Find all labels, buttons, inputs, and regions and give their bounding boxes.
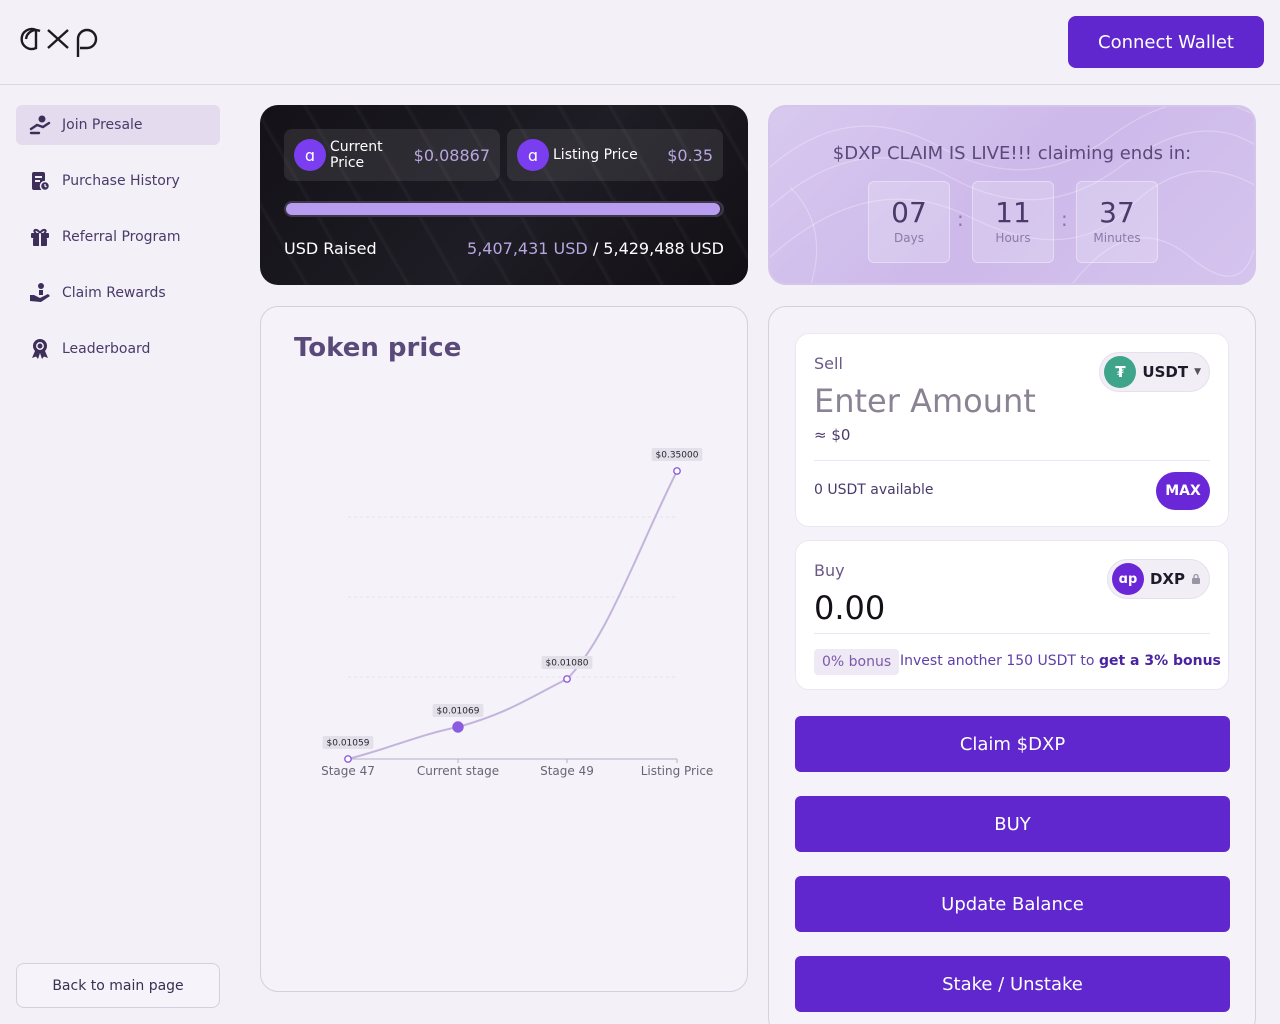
usd-raised-amount: 5,407,431 USD <box>467 239 588 258</box>
chevron-down-icon: ▼ <box>1194 367 1201 377</box>
presale-stats-card: ɑ Current Price $0.08867 ɑ Listing Price… <box>260 105 748 285</box>
usd-raised-values: 5,407,431 USD / 5,429,488 USD <box>467 239 724 258</box>
back-to-main-page-button[interactable]: Back to main page <box>16 963 220 1008</box>
bonus-badge: 0% bonus <box>814 649 900 675</box>
claim-countdown-title: $DXP CLAIM IS LIVE!!! claiming ends in: <box>832 143 1192 164</box>
history-icon <box>28 169 52 193</box>
sell-usd-estimate: ≈ $0 <box>814 426 851 444</box>
stake-unstake-button[interactable]: Stake / Unstake <box>795 956 1230 1012</box>
bonus-hint-prefix: Invest another 150 USDT to <box>900 653 1095 669</box>
x-tick-label: Stage 49 <box>540 764 594 778</box>
countdown-days-value: 07 <box>891 196 927 229</box>
countdown-days: 07 Days <box>868 181 950 263</box>
claim-countdown-card: $DXP CLAIM IS LIVE!!! claiming ends in: … <box>768 105 1256 285</box>
data-label: $0.35000 <box>656 451 699 461</box>
listing-price-pill: ɑ Listing Price $0.35 <box>507 129 723 181</box>
price-point <box>452 721 464 733</box>
usdt-available: 0 USDT available <box>814 482 934 498</box>
gift-icon <box>28 225 52 249</box>
sell-token-symbol: USDT <box>1142 363 1189 381</box>
dxp-token-icon: ɑp <box>1111 563 1144 595</box>
sidebar-item-purchase-history[interactable]: Purchase History <box>16 161 220 201</box>
sidebar-item-label: Join Presale <box>62 117 143 133</box>
sidebar-item-join-presale[interactable]: Join Presale <box>16 105 220 145</box>
dxp-logo[interactable] <box>18 24 104 60</box>
usd-goal-amount: 5,429,488 USD <box>603 239 724 258</box>
countdown-hours: 11 Hours <box>972 181 1054 263</box>
countdown-hours-value: 11 <box>995 196 1031 229</box>
bonus-hint-strong: get a 3% bonus <box>1098 653 1221 669</box>
claim-icon <box>28 281 52 305</box>
sidebar-item-label: Referral Program <box>62 229 181 245</box>
current-price-pill: ɑ Current Price $0.08867 <box>284 129 500 181</box>
raise-progress-bar <box>284 201 724 217</box>
buy-token-display: ɑp DXP <box>1106 559 1210 599</box>
countdown-minutes-value: 37 <box>1099 196 1135 229</box>
listing-price-label: Listing Price <box>553 147 638 163</box>
usd-raised-label: USD Raised <box>284 239 377 258</box>
buy-amount-value: 0.00 <box>814 589 886 627</box>
sidebar-item-leaderboard[interactable]: Leaderboard <box>16 329 220 369</box>
data-label: $0.01069 <box>437 707 480 717</box>
buy-label: Buy <box>814 561 845 580</box>
data-label: $0.01080 <box>546 659 589 669</box>
sidebar-item-claim-rewards[interactable]: Claim Rewards <box>16 273 220 313</box>
sell-amount-input[interactable]: Enter Amount <box>814 382 1036 420</box>
data-label: $0.01059 <box>327 739 370 749</box>
buy-button[interactable]: BUY <box>795 796 1230 852</box>
buy-token-symbol: DXP <box>1149 570 1185 588</box>
sidebar-item-label: Claim Rewards <box>62 285 166 301</box>
max-button[interactable]: MAX <box>1156 472 1210 510</box>
connect-wallet-button[interactable]: Connect Wallet <box>1068 16 1264 68</box>
token-price-title: Token price <box>294 333 462 363</box>
sidebar-item-label: Purchase History <box>62 173 180 189</box>
x-tick-label: Current stage <box>417 764 499 778</box>
current-price-label: Current Price <box>330 139 383 171</box>
claim-dxp-button[interactable]: Claim $DXP <box>795 716 1230 772</box>
x-tick-label: Stage 47 <box>321 764 375 778</box>
sell-divider <box>814 460 1210 461</box>
listing-price-value: $0.35 <box>667 145 713 165</box>
current-price-value: $0.08867 <box>413 145 490 165</box>
bonus-hint: Invest another 150 USDT to get a 3% bonu… <box>900 653 1221 669</box>
dxp-coin-icon: ɑ <box>294 139 326 171</box>
top-header: Connect Wallet <box>0 0 1280 85</box>
sidebar-item-label: Leaderboard <box>62 341 151 357</box>
countdown-days-label: Days <box>894 231 924 245</box>
usdt-icon: ₮ <box>1104 356 1137 388</box>
lock-icon <box>1192 573 1200 584</box>
price-point <box>344 755 352 763</box>
price-series-line <box>347 470 678 760</box>
sell-token-selector[interactable]: ₮ USDT ▼ <box>1099 352 1210 392</box>
buy-divider <box>814 633 1210 634</box>
sell-label: Sell <box>814 354 843 373</box>
price-point <box>673 467 681 475</box>
dxp-coin-icon: ɑ <box>517 139 549 171</box>
raise-progress-fill <box>286 203 721 215</box>
presale-icon <box>28 113 52 137</box>
token-price-card: $0.01059 $0.01069 $0.01080 $0.35000 Stage 47… <box>260 306 748 992</box>
x-tick-label: Listing Price <box>641 764 714 778</box>
sell-box: Sell ₮ USDT ▼ Enter Amount ≈ $0 0 USDT a… <box>795 333 1229 527</box>
countdown-minutes: 37 Minutes <box>1076 181 1158 263</box>
update-balance-button[interactable]: Update Balance <box>795 876 1230 932</box>
usd-raised-separator: / <box>592 239 599 258</box>
award-icon <box>28 337 52 361</box>
countdown-minutes-label: Minutes <box>1093 231 1141 245</box>
countdown-separator: : <box>957 207 964 231</box>
price-point <box>563 675 571 683</box>
countdown-separator: : <box>1061 207 1068 231</box>
countdown-hours-label: Hours <box>995 231 1031 245</box>
token-price-chart: $0.01059 $0.01069 $0.01080 $0.35000 Stage 47… <box>321 448 714 778</box>
buy-box: Buy ɑp DXP 0.00 0% bonus Invest another … <box>795 540 1229 690</box>
sidebar-item-referral-program[interactable]: Referral Program <box>16 217 220 257</box>
